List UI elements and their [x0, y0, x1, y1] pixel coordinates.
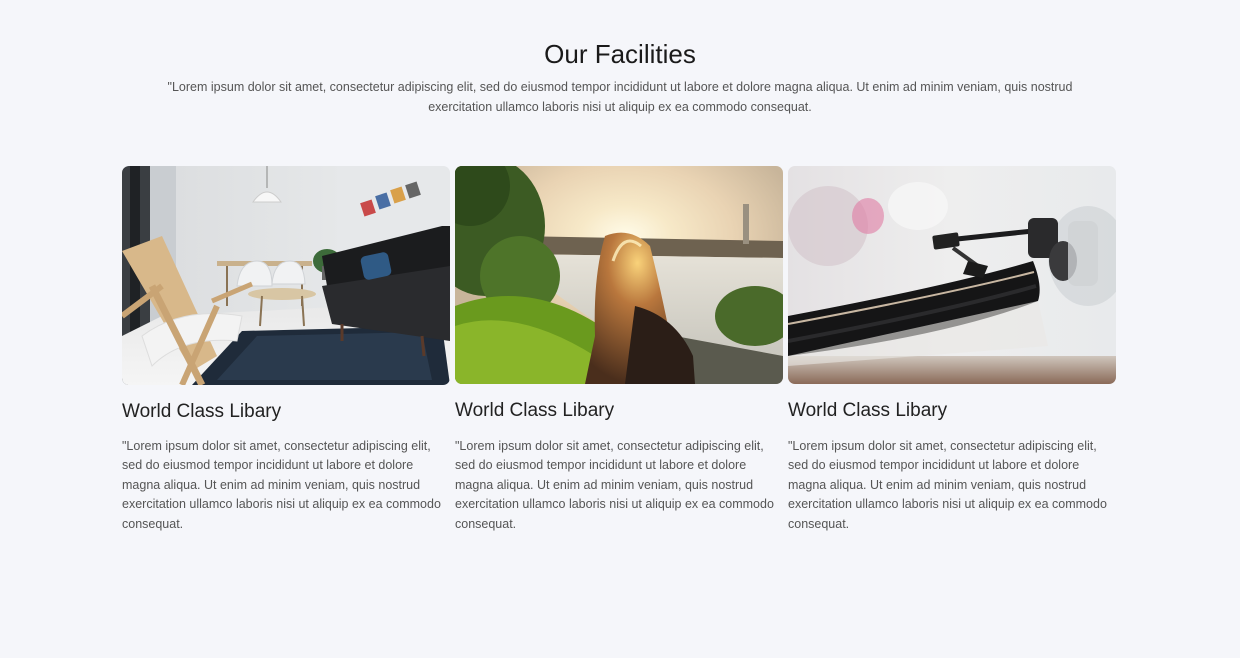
facility-card: World Class Libary "Lorem ipsum dolor si… [122, 166, 451, 531]
card-title: World Class Libary [788, 400, 948, 421]
record-player-photo [788, 166, 1116, 384]
section-intro: "Lorem ipsum dolor sit amet, consectetur… [167, 80, 1073, 114]
card-title: World Class Libary [122, 401, 282, 422]
card-text: "Lorem ipsum dolor sit amet, consectetur… [122, 439, 441, 531]
facilities-section: Our Facilities "Lorem ipsum dolor sit am… [0, 0, 1240, 658]
card-text: "Lorem ipsum dolor sit amet, consectetur… [788, 439, 1107, 531]
sunset-girl-photo [455, 166, 783, 384]
facility-card: World Class Libary "Lorem ipsum dolor si… [788, 166, 1117, 531]
living-room-photo [122, 166, 450, 385]
card-title: World Class Libary [455, 400, 615, 421]
card-text: "Lorem ipsum dolor sit amet, consectetur… [455, 439, 774, 531]
section-title: Our Facilities [544, 39, 696, 69]
facility-card: World Class Libary "Lorem ipsum dolor si… [455, 166, 784, 531]
